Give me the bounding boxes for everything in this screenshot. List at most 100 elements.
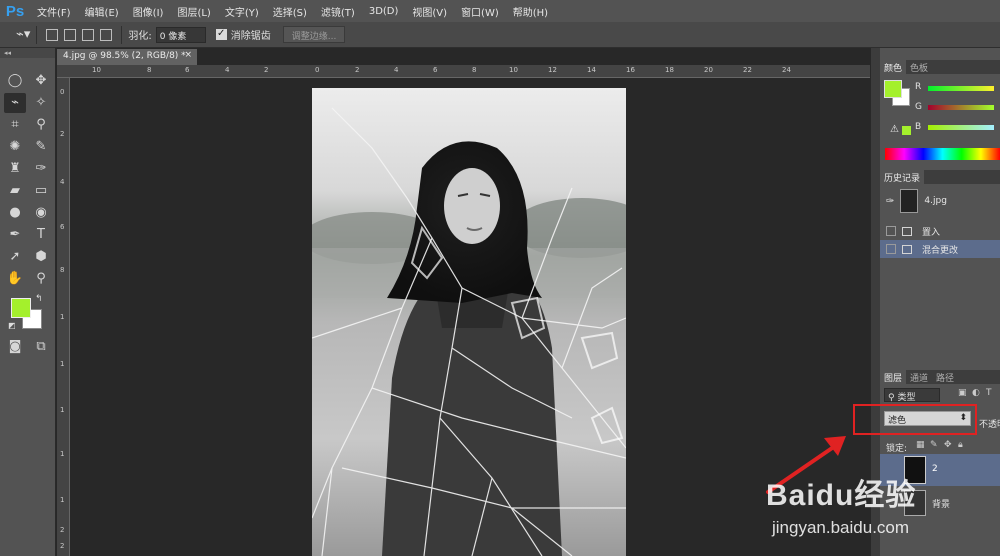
zoom-tool-icon[interactable]: ⚲ — [30, 269, 52, 289]
watermark-url: jingyan.baidu.com — [772, 518, 910, 537]
ruler-label: 18 — [665, 66, 674, 74]
document-image[interactable] — [312, 88, 626, 556]
red-slider[interactable] — [928, 86, 994, 91]
move-tool-icon[interactable]: ✥ — [30, 71, 52, 91]
foreground-color-swatch[interactable] — [11, 298, 31, 318]
history-panel-tabs: 历史记录 — [880, 170, 1000, 184]
intersect-selection-icon[interactable] — [100, 28, 113, 41]
quick-mask-icon[interactable]: ◙ — [4, 337, 26, 357]
type-filter-icon[interactable]: T — [986, 388, 992, 398]
feather-label: 羽化: — [128, 31, 152, 42]
ruler-label: 12 — [548, 66, 557, 74]
layer-filter-select[interactable]: ⚲ 类型 — [884, 388, 940, 403]
ruler-label: 10 — [92, 66, 101, 74]
lasso-preset-icon[interactable]: ⌁▾ — [16, 27, 30, 42]
dodge-tool-icon[interactable]: ◉ — [30, 203, 52, 223]
document-title: 4.jpg @ 98.5% (2, RGB/8) * — [63, 51, 186, 61]
shape-tool-icon[interactable]: ⬢ — [30, 247, 52, 267]
ruler-label: 4 — [60, 178, 65, 186]
type-tool-icon[interactable]: T — [30, 225, 52, 245]
warning-icon[interactable]: ⚠ — [890, 124, 899, 135]
color-spectrum-bar[interactable] — [885, 148, 1000, 160]
document-tab[interactable]: 4.jpg @ 98.5% (2, RGB/8) * × — [57, 49, 197, 65]
menu-file[interactable]: 文件(F) — [30, 4, 78, 19]
ruler-label: 6 — [433, 66, 438, 74]
vertical-ruler[interactable]: 0 2 4 6 8 1 1 1 1 1 2 2 — [57, 78, 70, 556]
eraser-tool-icon[interactable]: ▰ — [4, 181, 26, 201]
antialias-checkbox[interactable]: ✓ — [215, 29, 227, 40]
ruler-label: 22 — [743, 66, 752, 74]
magic-wand-icon[interactable]: ✧ — [30, 93, 52, 113]
ruler-label: 20 — [704, 66, 713, 74]
green-slider[interactable] — [928, 105, 994, 110]
history-item-place[interactable]: 置入 — [880, 222, 1000, 240]
brush-tool-icon[interactable]: ✎ — [30, 137, 52, 157]
menu-help[interactable]: 帮助(H) — [506, 4, 555, 19]
healing-brush-icon[interactable]: ✺ — [4, 137, 26, 157]
tab-swatches[interactable]: 色板 — [906, 60, 932, 74]
menu-filter[interactable]: 滤镜(T) — [314, 4, 362, 19]
tab-layers[interactable]: 图层 — [880, 370, 907, 384]
collapse-toolbar-icon[interactable]: ◂◂ — [0, 48, 55, 58]
adjustment-filter-icon[interactable]: ◐ — [972, 388, 980, 398]
swap-colors-icon[interactable]: ↰ — [35, 294, 43, 304]
menu-image[interactable]: 图像(I) — [126, 4, 171, 19]
history-brush-source-icon[interactable]: ✑ — [886, 196, 894, 207]
ruler-label: 1 — [60, 406, 65, 414]
tab-color[interactable]: 颜色 — [880, 60, 907, 74]
layer-filter-value: 类型 — [897, 393, 916, 403]
ruler-label: 4 — [394, 66, 399, 74]
add-selection-icon[interactable] — [64, 28, 77, 41]
tools-panel: ◂◂ ◯ ✥ ⌁ ✧ ⌗ ⚲ ✺ ✎ ♜ ✑ ▰ ▭ ● ◉ ✒ T ➚ ⬢ ✋ ⚲ ↰ ◩ ◙ ⧉ — [0, 48, 56, 556]
blur-tool-icon[interactable]: ● — [4, 203, 26, 223]
color-panel-foreground-swatch[interactable] — [884, 80, 902, 98]
history-brush-icon[interactable]: ✑ — [30, 159, 52, 179]
history-checkbox[interactable] — [886, 244, 896, 254]
red-channel-label: R — [915, 82, 922, 92]
history-checkbox[interactable] — [886, 226, 896, 236]
new-selection-icon[interactable] — [46, 28, 59, 41]
divider — [121, 25, 123, 44]
menu-select[interactable]: 选择(S) — [266, 4, 314, 19]
ruler-label: 2 — [264, 66, 269, 74]
history-item-blend-change[interactable]: 混合更改 — [880, 240, 1000, 258]
default-colors-icon[interactable]: ◩ — [8, 321, 16, 330]
menu-window[interactable]: 窗口(W) — [454, 4, 506, 19]
history-doc-icon — [902, 244, 912, 254]
hand-tool-icon[interactable]: ✋ — [4, 269, 26, 289]
web-safe-color-swatch[interactable] — [902, 126, 911, 135]
gradient-tool-icon[interactable]: ▭ — [30, 181, 52, 201]
blue-slider[interactable] — [928, 125, 994, 130]
clone-stamp-icon[interactable]: ♜ — [4, 159, 26, 179]
feather-input[interactable]: 0 像素 — [155, 26, 206, 43]
menu-type[interactable]: 文字(Y) — [218, 4, 266, 19]
screen-mode-icon[interactable]: ⧉ — [30, 337, 52, 357]
ruler-label: 14 — [587, 66, 596, 74]
image-filter-icon[interactable]: ▣ — [958, 388, 967, 398]
tab-paths[interactable]: 路径 — [932, 370, 958, 384]
eyedropper-icon[interactable]: ⚲ — [30, 115, 52, 135]
ruler-label: 8 — [472, 66, 477, 74]
menu-edit[interactable]: 编辑(E) — [78, 4, 126, 19]
ruler-label: 4 — [225, 66, 230, 74]
photoshop-logo: Ps — [5, 2, 25, 20]
lasso-tool-icon[interactable]: ⌁ — [4, 93, 26, 113]
close-tab-icon[interactable]: × — [184, 50, 192, 60]
ruler-label: 2 — [60, 542, 65, 550]
subtract-selection-icon[interactable] — [82, 28, 95, 41]
crop-tool-icon[interactable]: ⌗ — [4, 115, 26, 135]
tab-history[interactable]: 历史记录 — [880, 170, 925, 184]
path-select-icon[interactable]: ➚ — [4, 247, 26, 267]
tab-channels[interactable]: 通道 — [906, 370, 932, 384]
marquee-tool-icon[interactable]: ◯ — [4, 71, 26, 91]
horizontal-ruler[interactable]: 10 8 6 4 2 0 2 4 6 8 10 12 14 16 18 20 2… — [57, 65, 870, 78]
pen-tool-icon[interactable]: ✒ — [4, 225, 26, 245]
ruler-label: 16 — [626, 66, 635, 74]
menu-layer[interactable]: 图层(L) — [170, 4, 217, 19]
ruler-label: 6 — [185, 66, 190, 74]
history-snapshot-row[interactable]: ✑ 4.jpg — [880, 188, 1000, 214]
menu-view[interactable]: 视图(V) — [405, 4, 454, 19]
menu-3d[interactable]: 3D(D) — [362, 6, 406, 17]
refine-edge-button[interactable]: 调整边缘... — [282, 26, 346, 43]
layers-panel-tabs: 图层 通道 路径 — [880, 370, 1000, 384]
